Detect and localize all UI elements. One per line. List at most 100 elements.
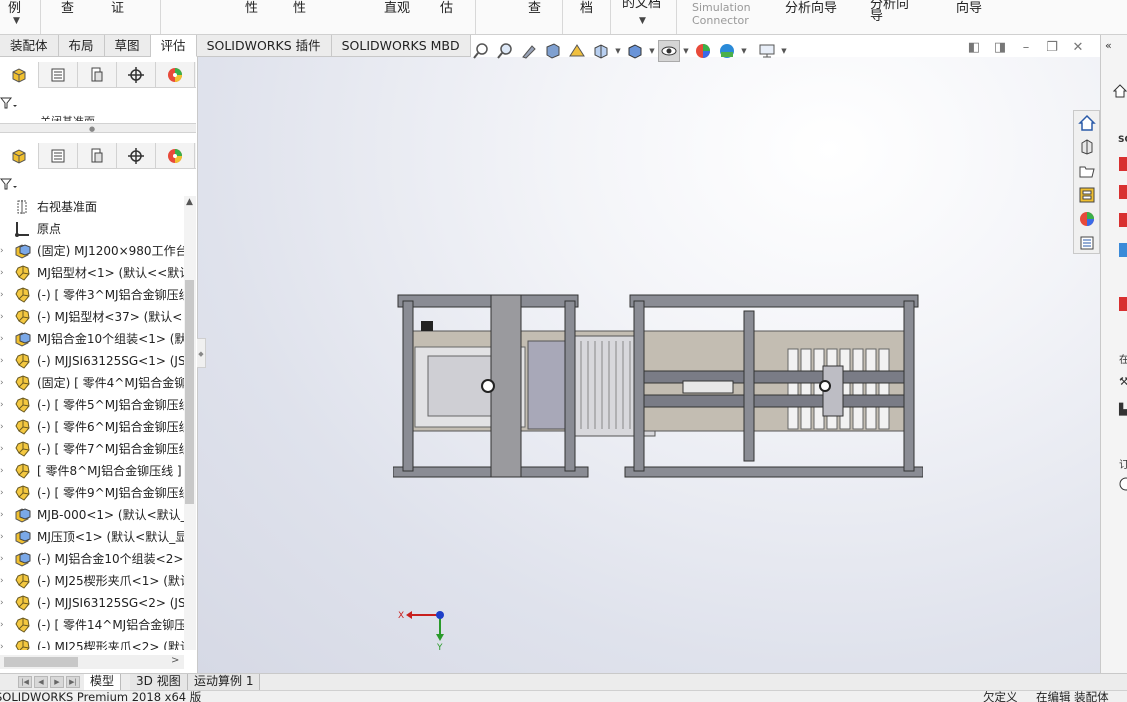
- tile-right-icon[interactable]: ◨: [992, 40, 1008, 56]
- expand-icon[interactable]: ›: [0, 548, 4, 570]
- tool-icon[interactable]: ⚒: [1119, 375, 1127, 388]
- tree-item[interactable]: › MJ压顶<1> (默认<默认_显: [0, 526, 184, 548]
- restore-icon[interactable]: ❐: [1044, 40, 1060, 56]
- chevron-down-icon[interactable]: ▼: [780, 47, 788, 55]
- close-icon[interactable]: ✕: [1070, 40, 1086, 56]
- expand-icon[interactable]: ›: [0, 614, 4, 636]
- panel-collapse-handle[interactable]: ◆: [197, 338, 206, 368]
- expand-icon[interactable]: ›: [0, 482, 4, 504]
- tree-item[interactable]: › (-) MJ25楔形夹爪<1> (默认: [0, 570, 184, 592]
- tree-item[interactable]: › (-) MJ25楔形夹爪<2> (默认: [0, 636, 184, 650]
- tab-3d-view[interactable]: 3D 视图: [130, 674, 188, 690]
- edit-appearance-button[interactable]: [692, 40, 714, 62]
- expand-icon[interactable]: ›: [0, 526, 4, 548]
- chevron-down-icon[interactable]: ▼: [682, 47, 690, 55]
- zoom-to-fit-button[interactable]: [470, 40, 492, 62]
- globe-icon[interactable]: [1118, 477, 1127, 494]
- feature-manager-tab[interactable]: [0, 143, 39, 169]
- configuration-manager-tab[interactable]: [78, 143, 117, 169]
- dynamic-annotation-button[interactable]: [566, 40, 588, 62]
- first-tab-icon[interactable]: |◀: [18, 676, 32, 688]
- tree-item[interactable]: › (-) MJJSI63125SG<1> (JS: [0, 350, 184, 372]
- zoom-to-area-button[interactable]: [494, 40, 516, 62]
- expand-icon[interactable]: ›: [0, 262, 4, 284]
- previous-tab-icon[interactable]: ◀: [34, 676, 48, 688]
- home-icon[interactable]: [1112, 83, 1127, 102]
- apply-scene-button[interactable]: [716, 40, 738, 62]
- feature-manager-tab[interactable]: [0, 62, 39, 88]
- scroll-thumb[interactable]: [4, 657, 78, 667]
- scroll-thumb[interactable]: [185, 280, 194, 504]
- taskpane-custom-properties-tab[interactable]: [1074, 231, 1099, 255]
- expand-icon[interactable]: ›: [0, 284, 4, 306]
- chevron-right-icon[interactable]: >: [171, 655, 179, 666]
- taskpane-appearances-tab[interactable]: [1074, 207, 1099, 231]
- expand-icon[interactable]: ›: [0, 394, 4, 416]
- taskpane-home-tab[interactable]: [1074, 111, 1099, 135]
- dimxpert-manager-tab[interactable]: [117, 62, 156, 88]
- expand-icon[interactable]: ›: [0, 328, 4, 350]
- chevron-down-icon[interactable]: ▼: [648, 47, 656, 55]
- display-style-button[interactable]: [624, 40, 646, 62]
- expand-icon[interactable]: ›: [0, 438, 4, 460]
- view-orientation-button[interactable]: [590, 40, 612, 62]
- display-manager-tab[interactable]: [156, 62, 195, 88]
- expand-icon[interactable]: ›: [0, 350, 4, 372]
- tree-item[interactable]: › (-) [ 零件3^MJ铝合金铆压线: [0, 284, 184, 306]
- dimxpert-manager-tab[interactable]: [117, 143, 156, 169]
- tree-item[interactable]: › (-) [ 零件14^MJ铝合金铆压: [0, 614, 184, 636]
- tree-item[interactable]: › (固定) [ 零件4^MJ铝合金铆: [0, 372, 184, 394]
- chevron-down-icon[interactable]: ▼: [740, 47, 748, 55]
- chevron-down-icon[interactable]: ▼: [614, 47, 622, 55]
- configuration-manager-tab[interactable]: [78, 62, 117, 88]
- tree-item[interactable]: › (-) [ 零件6^MJ铝合金铆压线: [0, 416, 184, 438]
- library-icon[interactable]: ▙: [1119, 403, 1127, 416]
- view-settings-button[interactable]: [756, 40, 778, 62]
- expand-icon[interactable]: ›: [0, 504, 4, 526]
- property-manager-tab[interactable]: [39, 62, 78, 88]
- tab-layout[interactable]: 布局: [58, 35, 105, 57]
- tree-filter[interactable]: [0, 174, 30, 194]
- tree-item[interactable]: › (固定) MJ1200×980工作台: [0, 240, 184, 262]
- tree-item[interactable]: › (-) MJ铝合金10个组装<2>: [0, 548, 184, 570]
- tree-item[interactable]: › MJB-000<1> (默认<默认_: [0, 504, 184, 526]
- minimize-icon[interactable]: –: [1018, 40, 1034, 56]
- graphics-area[interactable]: X Y: [198, 57, 1100, 673]
- tab-sketch[interactable]: 草图: [104, 35, 151, 57]
- solidworks-resource-icon[interactable]: [1119, 157, 1127, 171]
- tree-item[interactable]: 原点: [0, 218, 184, 240]
- tree-item[interactable]: 右视基准面: [0, 196, 184, 218]
- taskpane-file-explorer-tab[interactable]: [1074, 159, 1099, 183]
- tree-item[interactable]: › MJ铝型材<1> (默认<<默认: [0, 262, 184, 284]
- display-manager-tab[interactable]: [156, 143, 195, 169]
- previous-view-button[interactable]: [518, 40, 540, 62]
- tree-item[interactable]: › (-) [ 零件9^MJ铝合金铆压线: [0, 482, 184, 504]
- expand-icon[interactable]: ›: [0, 306, 4, 328]
- panel-splitter[interactable]: ●: [0, 123, 196, 133]
- tab-model[interactable]: 模型: [84, 674, 122, 690]
- taskpane-view-palette-tab[interactable]: [1074, 183, 1099, 207]
- expand-icon[interactable]: ›: [0, 592, 4, 614]
- tree-item[interactable]: › MJ铝合金10个组装<1> (默: [0, 328, 184, 350]
- resource-link-icon[interactable]: [1119, 243, 1127, 257]
- expand-icon[interactable]: ›: [0, 416, 4, 438]
- tab-motion-study[interactable]: 运动算例 1: [188, 674, 261, 690]
- tree-item[interactable]: › (-) MJJSI63125SG<2> (JS: [0, 592, 184, 614]
- solidworks-resource-icon[interactable]: [1119, 213, 1127, 227]
- tile-left-icon[interactable]: ◧: [966, 40, 982, 56]
- expand-icon[interactable]: ›: [0, 372, 4, 394]
- solidworks-resource-icon[interactable]: [1119, 185, 1127, 199]
- property-manager-tab[interactable]: [39, 143, 78, 169]
- tab-evaluate[interactable]: 评估: [150, 35, 197, 57]
- tree-item[interactable]: › (-) [ 零件7^MJ铝合金铆压线: [0, 438, 184, 460]
- expand-icon[interactable]: ›: [0, 240, 4, 262]
- tree-horizontal-scrollbar[interactable]: >: [0, 655, 184, 669]
- taskpane-design-library-tab[interactable]: [1074, 135, 1099, 159]
- collapse-taskpane-icon[interactable]: «: [1105, 39, 1112, 52]
- hide-show-items-button[interactable]: [658, 40, 680, 62]
- last-tab-icon[interactable]: ▶|: [66, 676, 80, 688]
- tab-solidworks-mbd[interactable]: SOLIDWORKS MBD: [331, 35, 471, 57]
- tree-item[interactable]: › (-) MJ铝型材<37> (默认<: [0, 306, 184, 328]
- tab-assembly[interactable]: 装配体: [0, 35, 59, 57]
- resource-link-icon[interactable]: [1119, 297, 1127, 311]
